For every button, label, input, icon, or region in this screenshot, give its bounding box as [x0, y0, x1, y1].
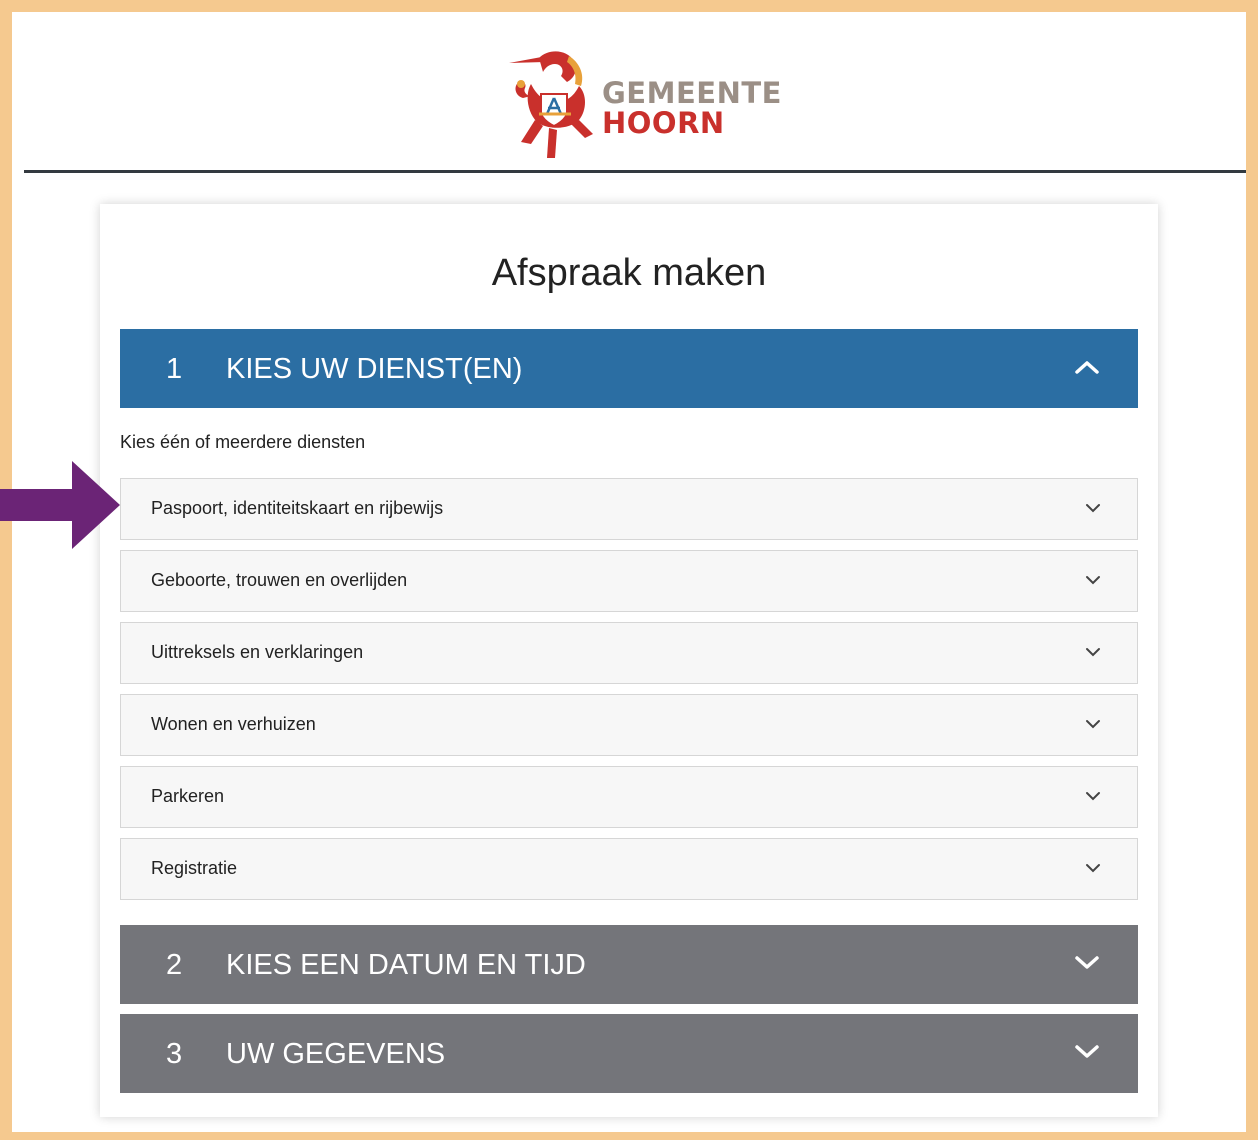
municipality-name: GEMEENTE HOORN: [602, 78, 782, 138]
service-label: Registratie: [151, 858, 238, 878]
service-label: Parkeren: [151, 786, 225, 806]
service-label: Geboorte, trouwen en overlijden: [151, 570, 408, 590]
service-parking[interactable]: Parkeren: [120, 766, 1138, 828]
step-1-header[interactable]: 1 KIES UW DIENST(EN): [120, 329, 1138, 408]
service-living-moving[interactable]: Wonen en verhuizen: [120, 694, 1138, 756]
service-birth-marriage-death[interactable]: Geboorte, trouwen en overlijden: [120, 550, 1138, 612]
page-title: Afspraak maken: [491, 252, 767, 294]
municipality-logo[interactable]: GEMEENTE HOORN: [509, 38, 789, 158]
chevron-down-icon: [1075, 1045, 1099, 1058]
chevron-down-icon: [1086, 864, 1100, 873]
services-intro: Kies één of meerdere diensten: [120, 432, 366, 452]
appointment-card: Afspraak maken 1 KIES UW DIENST(EN) Kies…: [100, 204, 1158, 1117]
step-label: KIES EEN DATUM EN TIJD: [226, 949, 586, 981]
step-number: 3: [166, 1038, 183, 1070]
chevron-down-icon: [1086, 504, 1100, 513]
service-label: Paspoort, identiteitskaart en rijbewijs: [151, 498, 444, 518]
service-passport-id-license[interactable]: Paspoort, identiteitskaart en rijbewijs: [120, 478, 1138, 540]
logo-line-hoorn: HOORN: [602, 106, 725, 140]
step-number: 1: [166, 353, 183, 385]
step-number: 2: [166, 949, 183, 981]
service-label: Uittreksels en verklaringen: [151, 642, 364, 662]
unicorn-crest-icon: [509, 51, 593, 158]
service-registration[interactable]: Registratie: [120, 838, 1138, 900]
chevron-down-icon: [1075, 956, 1099, 969]
arrow-right-icon: [0, 461, 120, 549]
step-2-header[interactable]: 2 KIES EEN DATUM EN TIJD: [120, 925, 1138, 1004]
service-extracts-declarations[interactable]: Uittreksels en verklaringen: [120, 622, 1138, 684]
site-header: GEMEENTE HOORN: [24, 12, 1246, 173]
chevron-up-icon: [1075, 361, 1099, 374]
chevron-down-icon: [1086, 648, 1100, 657]
step-label: KIES UW DIENST(EN): [226, 353, 523, 385]
page-frame: GEMEENTE HOORN Afspraak maken 1 KIES UW …: [12, 12, 1246, 1132]
logo-line-gemeente: GEMEENTE: [602, 76, 782, 110]
chevron-down-icon: [1086, 720, 1100, 729]
service-label: Wonen en verhuizen: [151, 714, 316, 734]
step-3-header[interactable]: 3 UW GEGEVENS: [120, 1014, 1138, 1093]
step-label: UW GEGEVENS: [226, 1038, 446, 1070]
chevron-down-icon: [1086, 792, 1100, 801]
chevron-down-icon: [1086, 576, 1100, 585]
